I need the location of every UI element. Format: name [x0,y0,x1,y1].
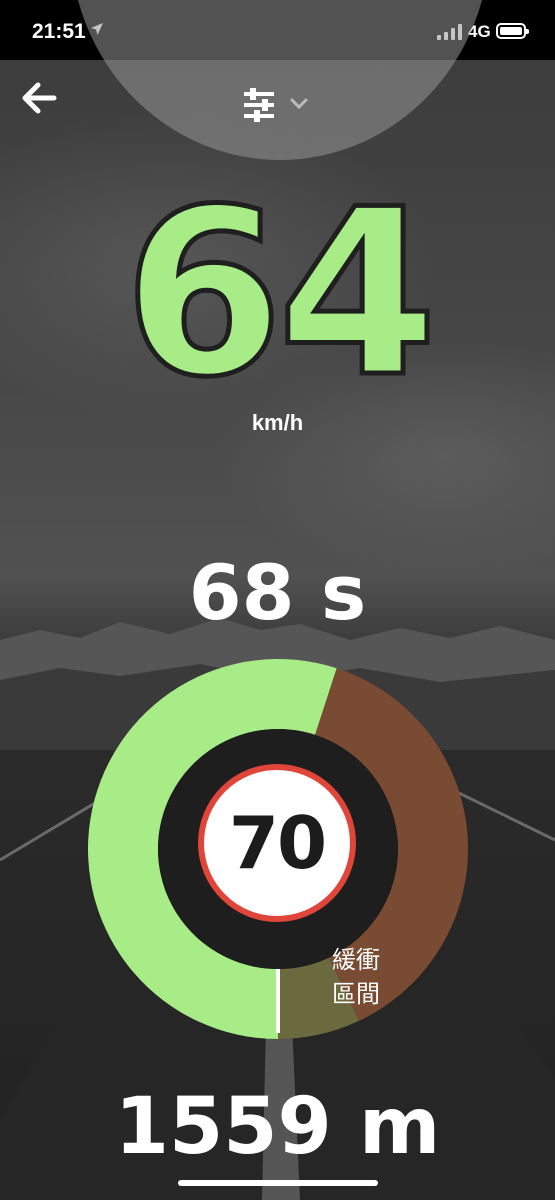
buffer-zone-label-line1: 緩衝 [332,947,380,974]
chevron-down-icon [290,98,308,110]
remaining-distance: 1559 m [114,1082,441,1172]
back-arrow-icon [22,82,57,114]
speed-limit-sign: 70 [198,764,356,922]
back-button[interactable] [18,76,62,120]
remaining-time: 68 s [188,548,367,637]
buffer-zone-label: 緩衝 區間 [332,944,392,1012]
speed-limit-value: 70 [228,801,327,885]
settings-dropdown-button[interactable] [240,86,312,126]
speed-unit: km/h [251,410,304,435]
home-indicator[interactable] [178,1180,378,1186]
current-speed: 64 [121,161,440,428]
sliders-icon [244,88,274,122]
buffer-zone-label-line2: 區間 [332,981,380,1008]
status-time: 21:51 [32,20,86,43]
battery-icon [496,23,529,39]
